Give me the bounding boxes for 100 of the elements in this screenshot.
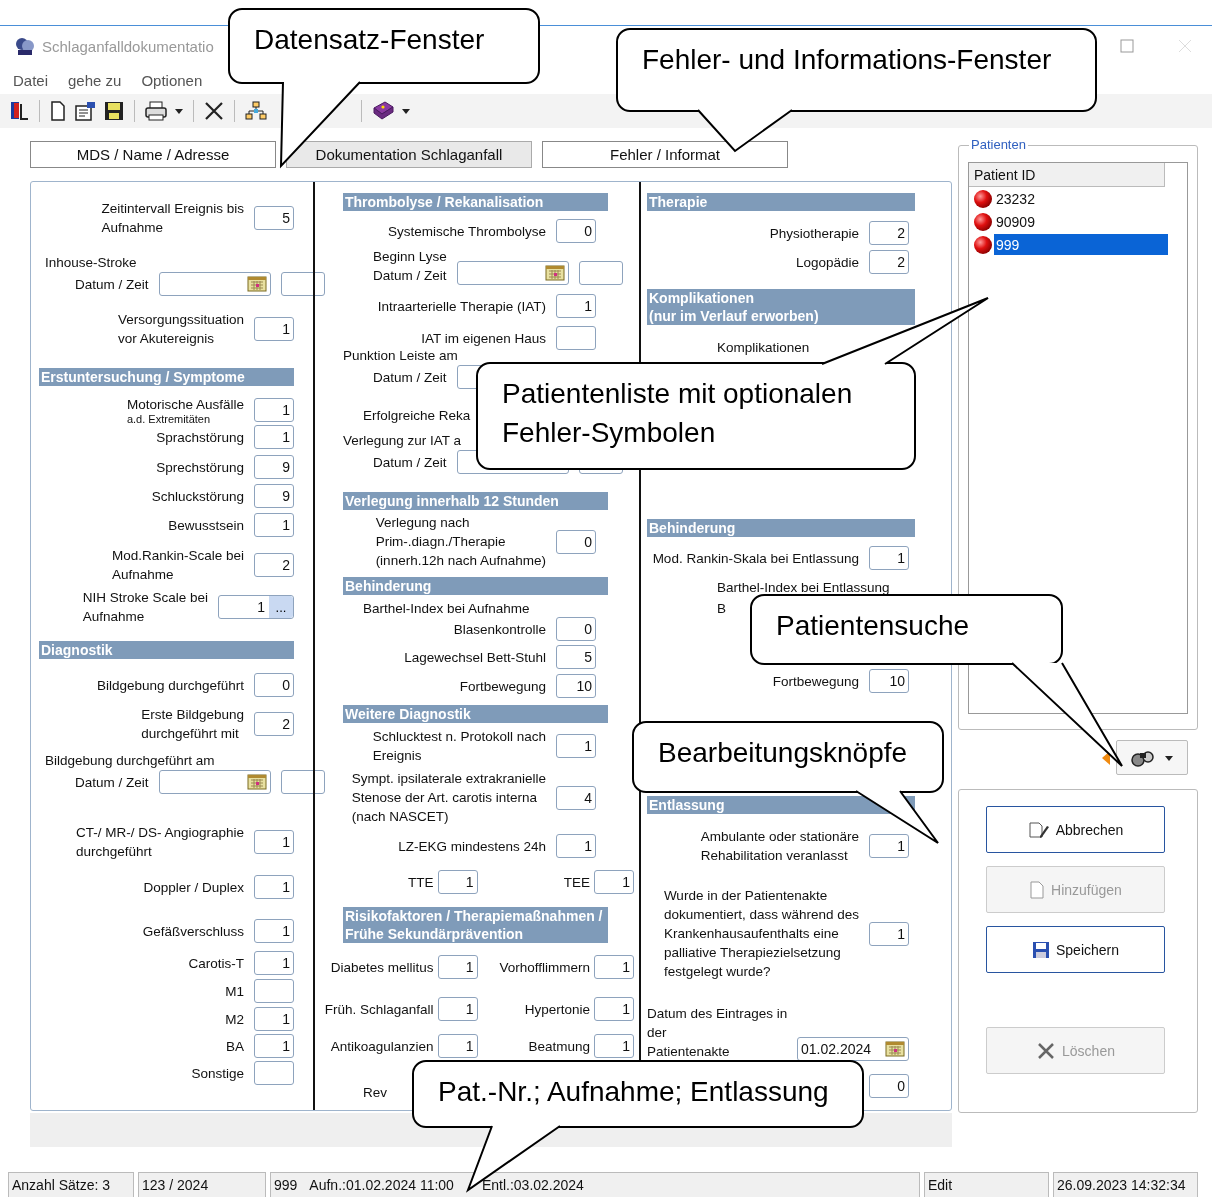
- menu-item[interactable]: Datei: [13, 71, 49, 89]
- browse-button[interactable]: ...: [269, 596, 293, 618]
- input-field[interactable]: 2: [254, 553, 294, 577]
- field-label: Diabetes mellitus: [330, 958, 434, 977]
- input-field[interactable]: 0: [254, 673, 294, 697]
- x-icon: [1036, 1041, 1057, 1060]
- input-field[interactable]: [556, 326, 596, 350]
- input-field[interactable]: 1: [254, 830, 294, 854]
- field-label: B: [717, 600, 726, 618]
- status-text: 26.09.2023 14:32:34: [1057, 1177, 1186, 1193]
- column-header[interactable]: Patient ID: [969, 163, 1165, 187]
- input-field[interactable]: 4: [556, 785, 596, 810]
- input-field[interactable]: 10: [869, 669, 909, 693]
- input-field[interactable]: 1: [254, 1034, 294, 1058]
- list-item[interactable]: 90909: [994, 211, 1168, 232]
- input-field[interactable]: 0: [556, 617, 596, 641]
- status-text: Anzahl Sätze: 3: [12, 1177, 111, 1193]
- input-field[interactable]: 0: [869, 1074, 909, 1098]
- input-field[interactable]: 1: [254, 875, 294, 899]
- section-header: Thrombolyse / Rekanalisation: [343, 193, 608, 211]
- input-field[interactable]: 1: [556, 294, 596, 318]
- input-field[interactable]: 5: [556, 645, 596, 669]
- menu-item[interactable]: Optionen: [141, 71, 203, 89]
- input-field[interactable]: 1: [254, 398, 294, 422]
- status-text: 999: [274, 1177, 298, 1193]
- input-field[interactable]: 1: [556, 734, 596, 758]
- input-field[interactable]: 1: [437, 997, 478, 1021]
- field-label: Fortbewegung: [772, 672, 859, 691]
- input-field[interactable]: 2: [869, 250, 909, 274]
- input-field[interactable]: 1: [254, 1007, 294, 1031]
- input-field[interactable]: 0: [556, 219, 596, 243]
- field-label: BA: [226, 1037, 244, 1056]
- input-field[interactable]: 2: [254, 712, 294, 736]
- x-icon[interactable]: [203, 100, 225, 122]
- calendar-icon[interactable]: [544, 265, 565, 281]
- field-label: Motorische Ausfälle a.d. Extremitäten: [126, 396, 244, 425]
- field-label: Datum / Zeit: [75, 275, 149, 294]
- input-field[interactable]: 1: [594, 997, 634, 1021]
- section-header: Diagnostik: [39, 641, 294, 659]
- time-field[interactable]: [578, 261, 623, 285]
- tab[interactable]: MDS / Name / Adresse: [30, 141, 276, 168]
- search-button[interactable]: [1116, 740, 1188, 775]
- calendar-icon[interactable]: [246, 276, 267, 292]
- field-label: M2: [225, 1010, 244, 1029]
- field-label: Sprachstörung: [156, 428, 244, 447]
- input-field[interactable]: 1: [254, 317, 294, 341]
- field-label: TEE: [563, 873, 590, 892]
- input-field[interactable]: 1: [437, 870, 478, 894]
- tab[interactable]: Dokumentation Schlaganfall: [286, 141, 532, 168]
- date-field[interactable]: [158, 770, 271, 794]
- input-field[interactable]: 1: [254, 425, 294, 449]
- menu-item[interactable]: gehe zu: [68, 71, 122, 89]
- tab[interactable]: Fehler / Informat: [542, 141, 788, 168]
- input-field[interactable]: 1: [437, 955, 478, 979]
- input-field[interactable]: 1: [254, 951, 294, 975]
- input-field[interactable]: 2: [869, 221, 909, 245]
- field-label: Sprechstörung: [156, 458, 244, 477]
- input-field[interactable]: 9: [254, 484, 294, 508]
- input-field[interactable]: [254, 1061, 294, 1085]
- document-icon[interactable]: [49, 100, 67, 122]
- input-field[interactable]: 9: [254, 455, 294, 479]
- action-button[interactable]: Abbrechen: [986, 806, 1165, 853]
- input-field[interactable]: 0: [556, 529, 596, 554]
- input-field[interactable]: [254, 979, 294, 1003]
- input-field[interactable]: 5: [254, 206, 294, 230]
- field-label: Blasenkontrolle: [453, 620, 546, 639]
- field-label: Bewusstsein: [168, 516, 244, 535]
- input-field[interactable]: 1: [594, 1034, 634, 1058]
- date-field[interactable]: [456, 261, 569, 285]
- input-field[interactable]: 1: [437, 1034, 478, 1058]
- app-icon: [14, 36, 36, 56]
- field-label: Logopädie: [795, 253, 859, 272]
- field-label: IAT im eigenen Haus: [421, 329, 546, 348]
- field-label: Lagewechsel Bett-Stuhl: [404, 648, 546, 667]
- section-header: Behinderung: [343, 577, 608, 595]
- date-field[interactable]: [158, 272, 271, 296]
- field-label: Früh. Schlaganfall: [324, 1000, 434, 1019]
- input-field[interactable]: 1: [594, 955, 634, 979]
- input-field[interactable]: 1: [556, 834, 596, 858]
- input-field[interactable]: 1: [254, 919, 294, 943]
- lookup-field[interactable]: 1 ...: [218, 595, 294, 619]
- input-field[interactable]: 10: [556, 674, 596, 698]
- calendar-icon[interactable]: [246, 774, 267, 790]
- input-field[interactable]: 1: [869, 834, 909, 858]
- printer-icon[interactable]: [144, 100, 168, 122]
- action-button[interactable]: Speichern: [986, 926, 1165, 973]
- list-item[interactable]: 999: [994, 234, 1168, 255]
- input-field[interactable]: 1: [254, 513, 294, 537]
- network-icon[interactable]: [244, 100, 268, 122]
- form-icon[interactable]: [73, 100, 97, 122]
- calendar-icon[interactable]: [885, 1041, 905, 1057]
- status-text: Aufn.:01.02.2024 11:00: [309, 1177, 454, 1193]
- input-field[interactable]: 1: [869, 546, 909, 570]
- time-field[interactable]: [280, 770, 325, 794]
- date-field[interactable]: 01.02.2024: [797, 1037, 909, 1061]
- input-field[interactable]: 1: [869, 921, 909, 946]
- input-field[interactable]: 1: [594, 870, 634, 894]
- field-label: Bildgebung durchgeführt am: [45, 752, 216, 770]
- time-field[interactable]: [280, 272, 325, 296]
- list-item[interactable]: 23232: [994, 188, 1168, 209]
